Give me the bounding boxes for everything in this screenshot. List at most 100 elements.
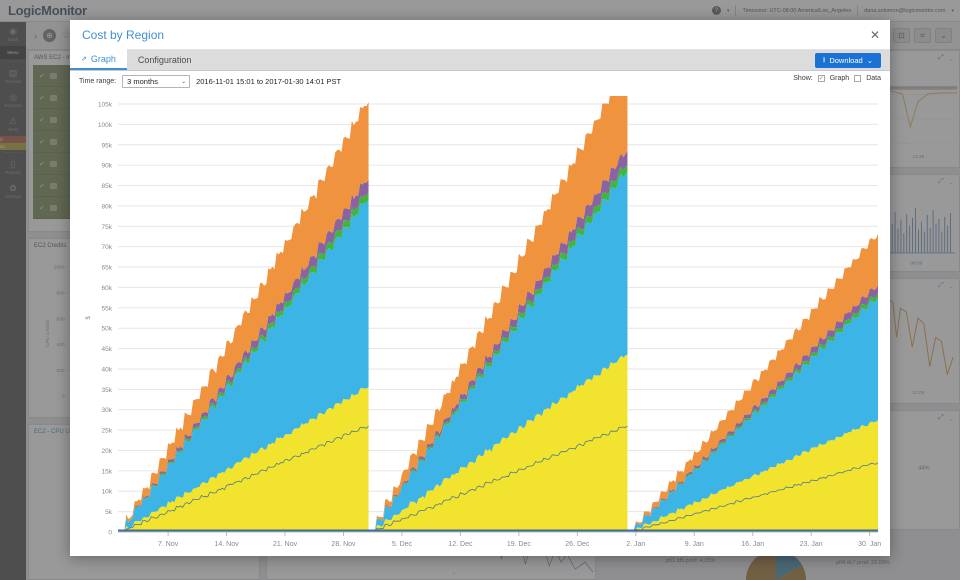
- svg-text:85k: 85k: [102, 183, 113, 190]
- sidebar-item-dash[interactable]: ◉ Dash: [0, 22, 26, 46]
- check-icon: ✔: [39, 182, 45, 190]
- server-icon: [49, 72, 57, 79]
- right-chart-4: 44%: [918, 465, 930, 471]
- svg-text:$: $: [86, 316, 92, 320]
- cost-chart-container: 0 5k 10k 15k 20k 25k 30k 35k 40k 45k 50k 55k 60k 65k 7…: [70, 92, 890, 560]
- axis-tick: 13:45: [912, 154, 924, 160]
- svg-text:45k: 45k: [102, 346, 113, 353]
- panel-right-2: ⤢ ⌄ 08:00: [882, 174, 960, 272]
- svg-text:65k: 65k: [102, 265, 113, 272]
- breadcrumb-actions: ⊡ ⌗ ⌄: [893, 28, 952, 43]
- cost-by-region-chart[interactable]: 0 5k 10k 15k 20k 25k 30k 35k 40k 45k 50k 55k 60k 65k 7…: [78, 96, 882, 558]
- svg-text:100k: 100k: [98, 122, 113, 129]
- svg-text:70k: 70k: [102, 244, 113, 251]
- show-graph-checkbox[interactable]: ✓: [817, 75, 825, 82]
- panel-right-4: ⤢ ⌄ 44%: [882, 410, 960, 530]
- download-label: Download: [829, 56, 863, 65]
- right-chart-2: 08:00: [886, 208, 956, 267]
- svg-text:600: 600: [56, 316, 64, 322]
- svg-text:50k: 50k: [102, 326, 113, 333]
- show-data-label: Data: [866, 75, 881, 82]
- modal-header: Cost by Region ✕: [70, 20, 890, 50]
- check-icon: ✔: [39, 116, 45, 124]
- sidebar-item-label: Dash: [7, 37, 19, 42]
- server-icon: [49, 116, 57, 123]
- check-icon: ✔: [39, 72, 45, 80]
- top-bar-right: ? ▾ Timezone: UTC-08:00 America/Los_Ange…: [711, 5, 960, 16]
- help-caret-icon[interactable]: ▾: [727, 8, 730, 14]
- show-data-checkbox[interactable]: [854, 75, 862, 82]
- close-icon[interactable]: ✕: [870, 29, 880, 41]
- svg-text:26. Dec: 26. Dec: [565, 541, 590, 548]
- services-icon: ◎: [9, 92, 17, 102]
- user-email[interactable]: dana.solomon@logicmonitor.com: [864, 8, 945, 14]
- svg-text:5k: 5k: [105, 509, 113, 516]
- metric-value: 44%: [918, 465, 930, 471]
- fullscreen-button[interactable]: ⌗: [914, 28, 931, 43]
- sidebar-item-label: Settings: [4, 194, 22, 199]
- copy-button[interactable]: ⊡: [893, 28, 910, 43]
- svg-text:12:00: 12:00: [912, 390, 924, 396]
- chevron-down-icon: ⌄: [866, 56, 873, 65]
- svg-text:25k: 25k: [102, 428, 113, 435]
- server-icon: [49, 138, 57, 145]
- time-range-select[interactable]: 3 months ⌄: [122, 75, 191, 88]
- svg-text:90k: 90k: [102, 163, 113, 170]
- svg-text:1000: 1000: [54, 265, 65, 271]
- alert-badge-warning[interactable]: 41: [0, 143, 26, 150]
- server-icon: [49, 94, 57, 101]
- svg-text:15k: 15k: [102, 468, 113, 475]
- svg-text:200: 200: [56, 368, 64, 374]
- sidebar-item-reports[interactable]: ▯ Reports: [0, 155, 26, 179]
- more-button[interactable]: ⌄: [935, 28, 952, 43]
- divider: [857, 5, 859, 16]
- sidebar-item-alerts[interactable]: ⚠ Alerts: [0, 112, 26, 136]
- chevron-right-icon[interactable]: ›: [34, 31, 37, 41]
- download-icon: ⭳: [822, 55, 826, 64]
- devices-icon: ▤: [8, 68, 18, 78]
- alert-badge-critical[interactable]: 2: [0, 136, 26, 143]
- svg-text:21. Nov: 21. Nov: [273, 541, 298, 548]
- sidebar-item-menu[interactable]: Menu: [0, 46, 26, 59]
- svg-text:0: 0: [108, 530, 112, 537]
- sidebar-item-settings[interactable]: ✿ Settings: [0, 179, 26, 203]
- sidebar-item-services[interactable]: ◎ Services: [0, 88, 26, 112]
- modal-controls: Time range: 3 months ⌄ 2016-11-01 15:01 …: [70, 53, 890, 92]
- svg-text:⌄: ⌄: [452, 571, 456, 576]
- tab-configuration[interactable]: Configuration: [127, 49, 203, 70]
- sidebar-item-label: Menu: [7, 50, 19, 55]
- server-icon: [49, 160, 57, 167]
- download-button[interactable]: ⭳ Download ⌄: [814, 53, 881, 68]
- timezone-label: Timezone: UTC-08:00 America/Los_Angeles: [742, 7, 852, 14]
- svg-text:30k: 30k: [102, 407, 113, 414]
- help-icon[interactable]: ?: [711, 6, 721, 15]
- check-icon: ✔: [39, 94, 45, 102]
- brand-logo: LogicMonitor: [8, 3, 87, 18]
- sidebar-item-label: Reports: [5, 170, 21, 175]
- user-caret-icon[interactable]: ▾: [951, 8, 954, 14]
- svg-text:12. Dec: 12. Dec: [448, 541, 473, 548]
- svg-text:40k: 40k: [102, 366, 113, 373]
- left-sidebar: ◉ Dash Menu ▤ Devices ◎ Services ⚠ Alert…: [0, 22, 26, 580]
- svg-text:800: 800: [56, 291, 64, 297]
- sidebar-item-devices[interactable]: ▤ Devices: [0, 64, 26, 88]
- globe-icon[interactable]: ⊕: [43, 29, 56, 42]
- svg-text:9. Jan: 9. Jan: [685, 541, 704, 548]
- alerts-icon: ⚠: [8, 116, 18, 126]
- time-range-value: 3 months: [127, 77, 158, 86]
- svg-text:5. Dec: 5. Dec: [392, 541, 413, 548]
- show-graph-label: Graph: [829, 75, 850, 82]
- svg-text:16. Jan: 16. Jan: [741, 541, 764, 548]
- sidebar-item-label: Devices: [4, 79, 21, 84]
- cost-by-region-modal: Cost by Region ✕ ⇗ Graph Configuration T…: [70, 20, 890, 556]
- svg-text:19. Dec: 19. Dec: [507, 541, 532, 548]
- svg-text:30. Jan: 30. Jan: [858, 541, 881, 548]
- tab-graph[interactable]: ⇗ Graph: [70, 49, 127, 70]
- svg-text:60k: 60k: [102, 285, 113, 292]
- tab-label: Graph: [90, 53, 116, 64]
- reports-icon: ▯: [10, 159, 16, 169]
- svg-text:10k: 10k: [102, 489, 113, 496]
- svg-text:20k: 20k: [102, 448, 113, 455]
- right-chart-3: 12:00: [886, 298, 954, 396]
- svg-text:CPU Credits: CPU Credits: [45, 319, 51, 347]
